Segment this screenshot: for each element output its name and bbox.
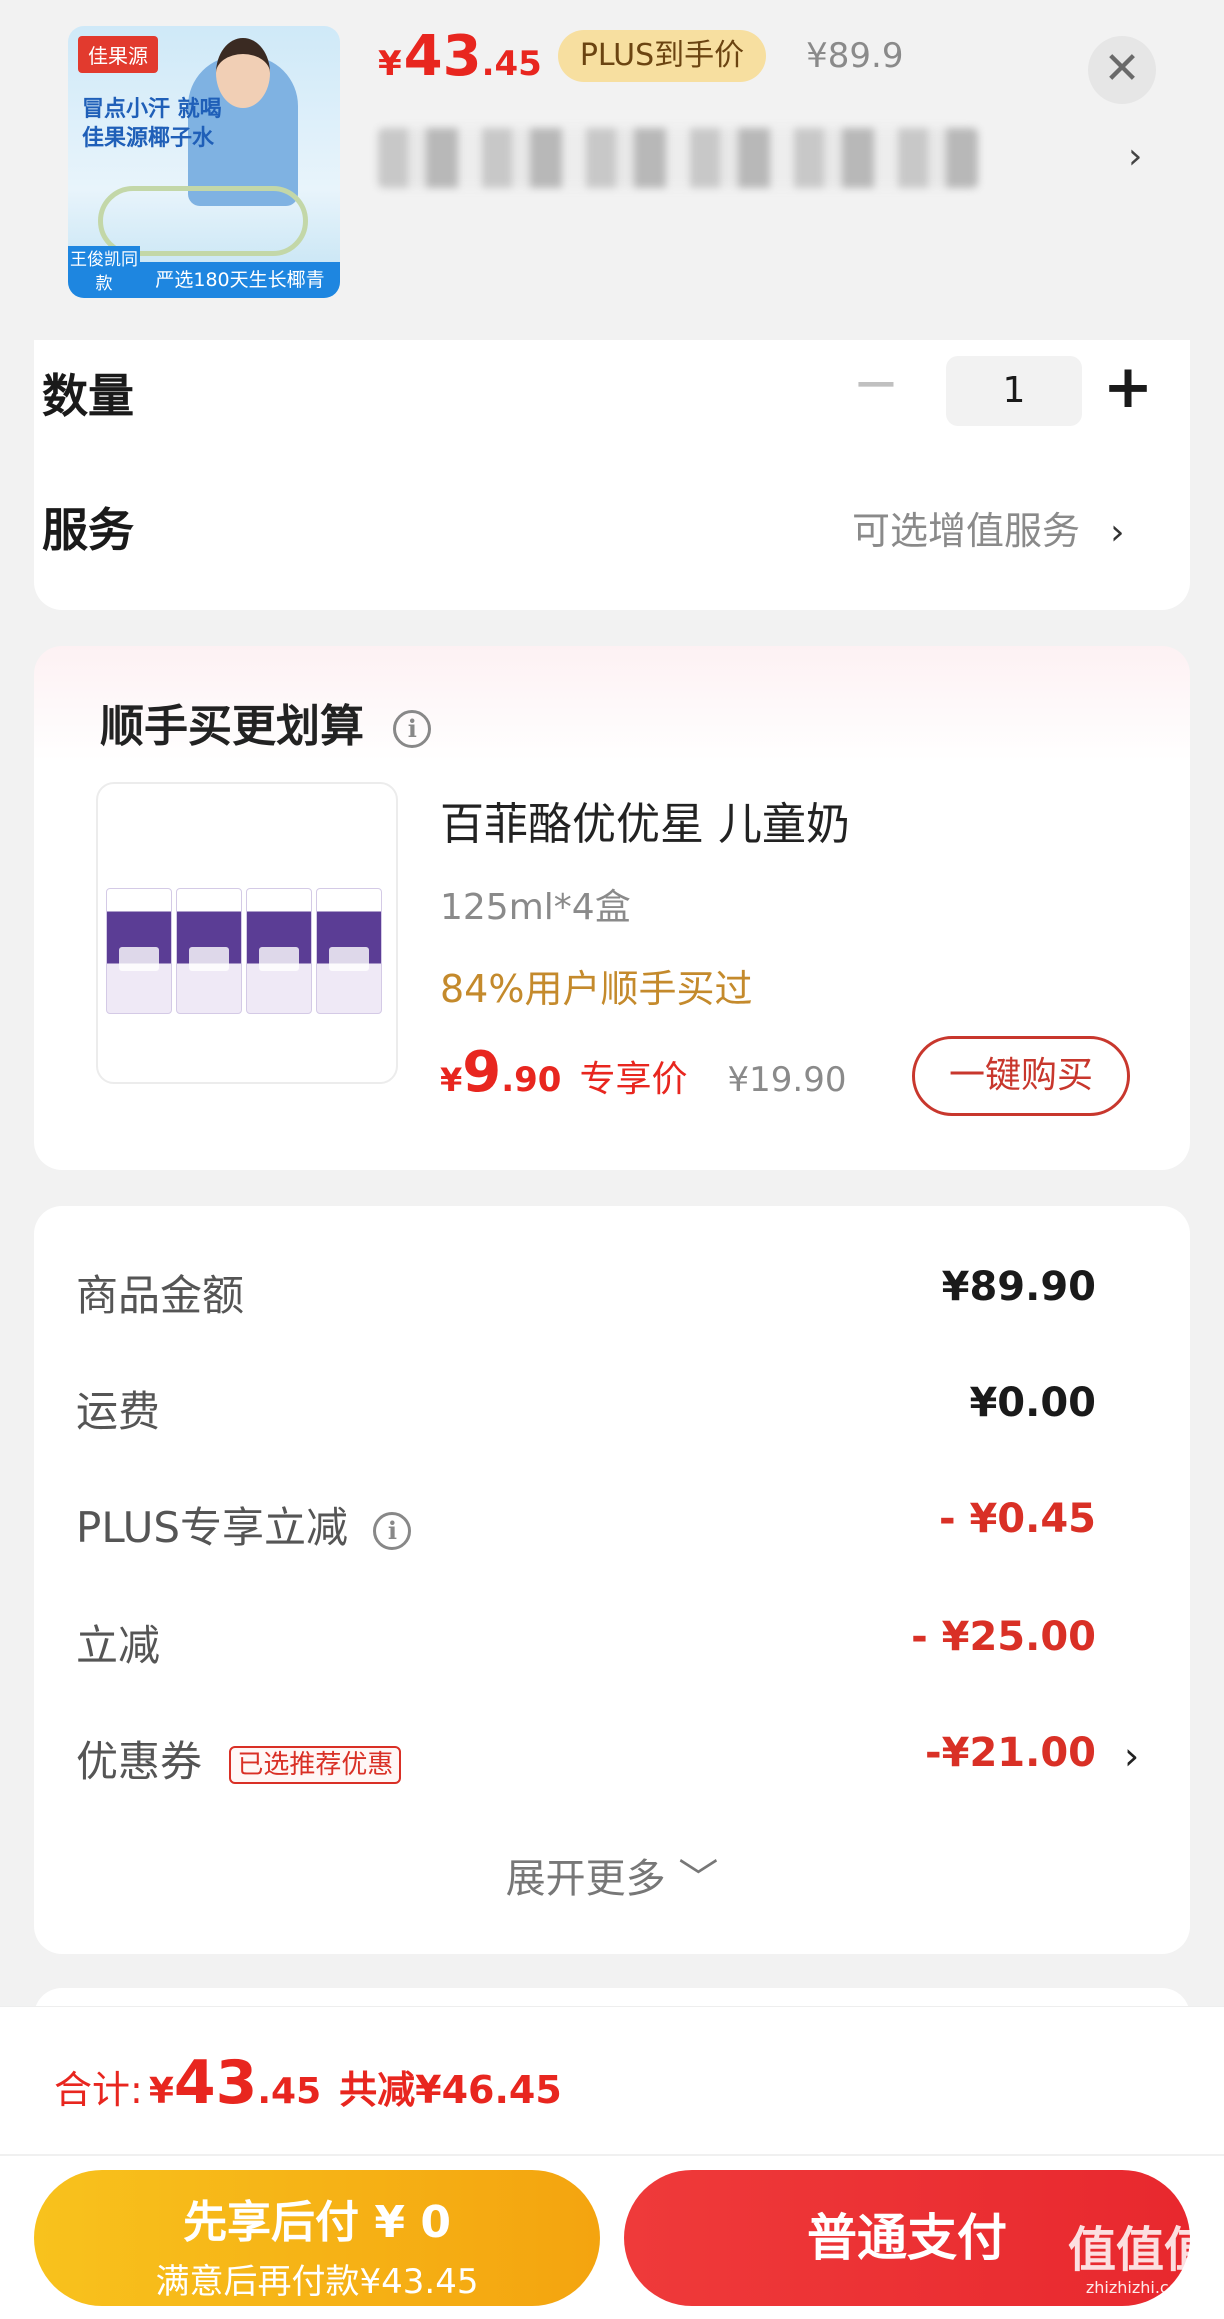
- pay-later-subtitle: 满意后再付款¥43.45: [155, 2262, 479, 2302]
- upsell-title: 顺手买更划算: [100, 701, 364, 752]
- coupon-status-tag: 已选推荐优惠: [229, 1745, 402, 1784]
- pay-later-title: 先享后付 ¥ 0: [183, 2197, 451, 2248]
- summary-value: - ¥25.00: [911, 1614, 1096, 1660]
- close-icon[interactable]: ✕: [1088, 36, 1156, 104]
- quantity-decrease-button[interactable]: −: [846, 356, 906, 416]
- service-link-text: 可选增值服务: [852, 509, 1081, 553]
- total-label: 合计:: [54, 2068, 143, 2112]
- price-decimal: .45: [257, 2071, 322, 2112]
- plus-discount-row-label: PLUS专享立减 i: [76, 1494, 412, 1555]
- summary-label: 立减: [76, 1621, 161, 1670]
- price-currency: ¥: [378, 43, 402, 84]
- price-currency: ¥: [440, 1061, 463, 1099]
- watermark-url: zhizhizhi.com: [1085, 2278, 1195, 2297]
- coupon-row-label[interactable]: 优惠券 已选推荐优惠: [76, 1728, 402, 1789]
- summary-value: ¥89.90: [941, 1264, 1096, 1310]
- expand-more-button[interactable]: 展开更多 ﹀: [0, 1846, 1224, 1904]
- summary-label: 运费: [76, 1387, 161, 1436]
- price-row: ¥ 43 .45 PLUS到手价 ¥89.9: [378, 24, 904, 89]
- upsell-price-row: ¥9.90 专享价 ¥19.90: [440, 1040, 846, 1105]
- product-slogan: 冒点小汗 就喝佳果源椰子水: [82, 97, 222, 151]
- brand-logo: 佳果源: [78, 36, 158, 73]
- service-label: 服务: [42, 503, 134, 557]
- upsell-social-proof: 84%用户顺手买过: [440, 967, 753, 1011]
- watermark-logo: 值值值 zhizhizhi.com: [1060, 2222, 1220, 2298]
- total-savings: 共减¥46.45: [339, 2068, 562, 2112]
- price-integer: 9: [462, 1040, 502, 1105]
- upsell-product-spec: 125ml*4盒: [440, 887, 631, 928]
- pay-later-button[interactable]: 先享后付 ¥ 0 满意后再付款¥43.45: [34, 2170, 600, 2306]
- total-row: 合计: ¥ 43 .45 共减¥46.45: [54, 2048, 562, 2118]
- quantity-label: 数量: [42, 369, 134, 423]
- summary-value: - ¥0.45: [938, 1496, 1096, 1542]
- price-currency: ¥: [148, 2071, 174, 2112]
- milk-carton-image: [106, 888, 172, 1014]
- milk-carton-image: [246, 888, 312, 1014]
- milk-carton-image: [316, 888, 382, 1014]
- info-icon[interactable]: i: [393, 710, 432, 748]
- chevron-right-icon[interactable]: ›: [1128, 136, 1142, 177]
- summary-label: 商品金额: [76, 1271, 245, 1320]
- plus-price-badge: PLUS到手价: [557, 30, 767, 82]
- quantity-input[interactable]: 1: [946, 356, 1082, 426]
- upsell-price: ¥9.90: [440, 1040, 561, 1105]
- original-price: ¥89.9: [806, 36, 904, 76]
- exclusive-price-label: 专享价: [579, 1059, 688, 1100]
- watermark-text: 值值值: [1067, 2222, 1212, 2278]
- chevron-right-icon[interactable]: ›: [1124, 1734, 1139, 1778]
- summary-value: ¥0.00: [969, 1380, 1096, 1426]
- price-decimal: .45: [481, 43, 542, 84]
- chevron-right-icon: ›: [1110, 512, 1125, 553]
- one-click-buy-button[interactable]: 一键购买: [912, 1036, 1130, 1116]
- price-integer: 43: [403, 23, 482, 89]
- service-options-link[interactable]: 可选增值服务 ›: [852, 500, 1125, 555]
- upsell-original-price: ¥19.90: [727, 1060, 847, 1100]
- product-thumbnail[interactable]: 佳果源 冒点小汗 就喝佳果源椰子水 王俊凯同款 严选180天生长椰青: [68, 26, 340, 298]
- divider: [0, 2154, 1224, 2156]
- selected-spec-blurred[interactable]: [378, 128, 978, 188]
- price-decimal: .90: [501, 1060, 562, 1100]
- quantity-increase-button[interactable]: +: [1098, 352, 1158, 422]
- coupon-value[interactable]: -¥21.00: [925, 1730, 1096, 1776]
- celebrity-tag: 王俊凯同款: [68, 246, 140, 298]
- milk-carton-image: [176, 888, 242, 1014]
- summary-label: 优惠券: [76, 1737, 203, 1786]
- product-feature-tag: 严选180天生长椰青: [140, 262, 340, 298]
- upsell-product-image[interactable]: [96, 782, 398, 1084]
- plus-price: ¥ 43 .45: [378, 24, 542, 89]
- summary-label: PLUS专享立减: [76, 1503, 349, 1552]
- price-integer: 43: [173, 2048, 258, 2118]
- info-icon[interactable]: i: [373, 1511, 412, 1550]
- product-header: 佳果源 冒点小汗 就喝佳果源椰子水 王俊凯同款 严选180天生长椰青 ¥ 43 …: [0, 0, 1224, 340]
- upsell-title-row: 顺手买更划算 i: [100, 690, 432, 754]
- upsell-product-name[interactable]: 百菲酪优优星 儿童奶: [440, 788, 850, 852]
